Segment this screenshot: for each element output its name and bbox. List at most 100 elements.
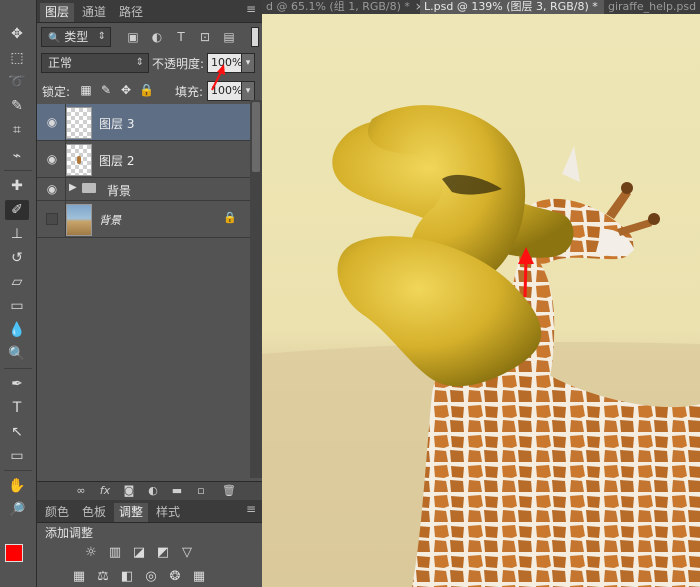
blur-tool-icon[interactable]: 💧 <box>5 320 29 340</box>
document-canvas[interactable] <box>262 14 700 587</box>
layer-row-background[interactable]: 背景 🔒 <box>37 201 250 238</box>
layer-thumbnail <box>66 204 92 236</box>
layer-name: 背景 <box>107 184 132 198</box>
opacity-slider-toggle[interactable]: ▾ <box>241 53 255 73</box>
folder-icon <box>82 183 96 193</box>
giraffe-ossicone <box>617 219 652 236</box>
layer-row-group[interactable]: ◉ ▶ 背景 <box>37 178 250 201</box>
photo-filter-icon[interactable]: ◎ <box>141 568 161 586</box>
new-group-icon[interactable]: ▬ <box>169 484 185 498</box>
color-swatches[interactable] <box>3 540 33 571</box>
curves-icon[interactable]: ◪ <box>129 544 149 562</box>
fill-slider-toggle[interactable]: ▾ <box>241 81 255 101</box>
filter-kind-select[interactable]: 🔍 类型 ⇕ <box>41 27 111 47</box>
shape-filter-icon[interactable]: ⊡ <box>197 30 213 44</box>
add-mask-icon[interactable]: ◙ <box>121 484 137 498</box>
blend-mode-select[interactable]: 正常 ⇕ <box>41 53 149 73</box>
document-tab-active[interactable]: L.psd @ 139% (图层 3, RGB/8) *× <box>420 0 612 14</box>
exposure-icon[interactable]: ◩ <box>153 544 173 562</box>
document-tab-label: giraffe_help.psd <box>608 0 697 13</box>
zoom-tool-icon[interactable]: 🔎 <box>5 500 29 520</box>
eyedropper-tool-icon[interactable]: ⌁ <box>5 146 29 166</box>
lock-label: 锁定: <box>42 85 71 99</box>
foreground-color-swatch[interactable] <box>5 544 23 562</box>
scrollbar-thumb[interactable] <box>252 102 260 172</box>
lock-all-icon[interactable]: 🔒 <box>139 83 154 97</box>
visibility-off-box[interactable] <box>46 213 58 225</box>
shape-tool-icon[interactable]: ▭ <box>5 446 29 466</box>
adjustment-filter-icon[interactable]: ◐ <box>149 30 165 44</box>
tab-paths[interactable]: 路径 <box>114 3 148 22</box>
tab-styles[interactable]: 样式 <box>151 503 185 522</box>
filter-toggle[interactable] <box>251 27 259 47</box>
lock-transparent-icon[interactable]: ▦ <box>79 83 93 97</box>
hand-tool-icon[interactable]: ✋ <box>5 476 29 496</box>
move-tool-icon[interactable]: ✥ <box>5 24 29 44</box>
healing-brush-tool-icon[interactable]: ✚ <box>5 176 29 196</box>
fx-icon[interactable]: fx <box>97 484 113 498</box>
lock-position-icon[interactable]: ✥ <box>119 83 133 97</box>
marquee-tool-icon[interactable]: ⬚ <box>5 48 29 68</box>
trash-icon[interactable]: 🗑 <box>221 484 237 498</box>
tab-adjustments[interactable]: 调整 <box>114 503 149 522</box>
expand-triangle-icon[interactable]: ▶ <box>69 182 77 193</box>
color-lookup-icon[interactable]: ▦ <box>189 568 209 586</box>
giraffe-thumb-mark <box>77 156 81 164</box>
type-tool-icon[interactable]: T <box>5 398 29 418</box>
new-layer-icon[interactable]: ▫ <box>193 484 209 498</box>
add-adjustment-heading: 添加调整 <box>45 526 94 540</box>
layer-row-2[interactable]: ◉ 图层 2 <box>37 141 250 178</box>
lasso-tool-icon[interactable]: ➰ <box>5 72 29 92</box>
hue-saturation-icon[interactable]: ▦ <box>69 568 89 586</box>
gradient-tool-icon[interactable]: ▭ <box>5 296 29 316</box>
layers-scrollbar[interactable] <box>250 100 262 478</box>
smart-object-filter-icon[interactable]: ▤ <box>221 30 237 44</box>
pen-tool-icon[interactable]: ✒ <box>5 374 29 394</box>
opacity-label: 不透明度: <box>152 57 205 71</box>
layers-footer: ∞ fx ◙ ◐ ▬ ▫ 🗑 <box>37 481 262 500</box>
quick-select-tool-icon[interactable]: ✎ <box>5 96 29 116</box>
tab-color[interactable]: 颜色 <box>40 503 74 522</box>
eye-icon[interactable]: ◉ <box>43 115 61 129</box>
red-arrow-neck <box>523 258 528 298</box>
blend-mode-value: 正常 <box>48 56 73 70</box>
path-select-tool-icon[interactable]: ↖ <box>5 422 29 442</box>
history-brush-tool-icon[interactable]: ↺ <box>5 248 29 268</box>
type-filter-icon[interactable]: T <box>173 30 189 44</box>
adjustment-layer-icon[interactable]: ◐ <box>145 484 161 498</box>
color-balance-icon[interactable]: ⚖ <box>93 568 113 586</box>
search-icon: 🔍 <box>48 33 61 44</box>
layers-panel-tabbar: 图层 通道 路径 ≡ <box>37 0 262 23</box>
tab-swatches[interactable]: 色板 <box>77 503 111 522</box>
layer-name: 图层 3 <box>99 117 135 131</box>
black-white-icon[interactable]: ◧ <box>117 568 137 586</box>
chevron-down-icon: ⇕ <box>135 57 144 68</box>
channel-mixer-icon[interactable]: ❂ <box>165 568 185 586</box>
tab-channels[interactable]: 通道 <box>77 3 111 22</box>
panel-menu-icon[interactable]: ≡ <box>246 2 256 16</box>
document-tab[interactable]: d @ 65.1% (组 1, RGB/8) *× <box>262 0 424 14</box>
tab-layers[interactable]: 图层 <box>40 3 75 22</box>
brightness-icon[interactable]: ☼ <box>81 544 101 562</box>
eye-icon[interactable]: ◉ <box>43 152 61 166</box>
vibrance-icon[interactable]: ▽ <box>177 544 197 562</box>
document-tabbar: d @ 65.1% (组 1, RGB/8) *× L.psd @ 139% (… <box>262 0 700 14</box>
levels-icon[interactable]: ▥ <box>105 544 125 562</box>
crop-tool-icon[interactable]: ⌗ <box>5 120 29 140</box>
brush-tool-icon[interactable]: ✐ <box>5 200 29 220</box>
eraser-tool-icon[interactable]: ▱ <box>5 272 29 292</box>
pixel-filter-icon[interactable]: ▣ <box>125 30 141 44</box>
eye-icon[interactable]: ◉ <box>43 182 61 196</box>
link-layers-icon[interactable]: ∞ <box>73 484 89 498</box>
panel-menu-icon[interactable]: ≡ <box>246 502 256 516</box>
layer-thumbnail <box>66 144 92 176</box>
layer-row-3[interactable]: ◉ 图层 3 <box>37 104 250 141</box>
filter-kind-value: 类型 <box>64 30 89 44</box>
layer-name: 背景 <box>99 214 121 227</box>
dodge-tool-icon[interactable]: 🔍 <box>5 344 29 364</box>
clone-stamp-tool-icon[interactable]: ⊥ <box>5 224 29 244</box>
giraffe-ear <box>562 146 580 182</box>
document-tab[interactable]: giraffe_help.psd <box>604 0 700 14</box>
lock-pixels-icon[interactable]: ✎ <box>99 83 113 97</box>
lock-icon: 🔒 <box>223 211 237 224</box>
